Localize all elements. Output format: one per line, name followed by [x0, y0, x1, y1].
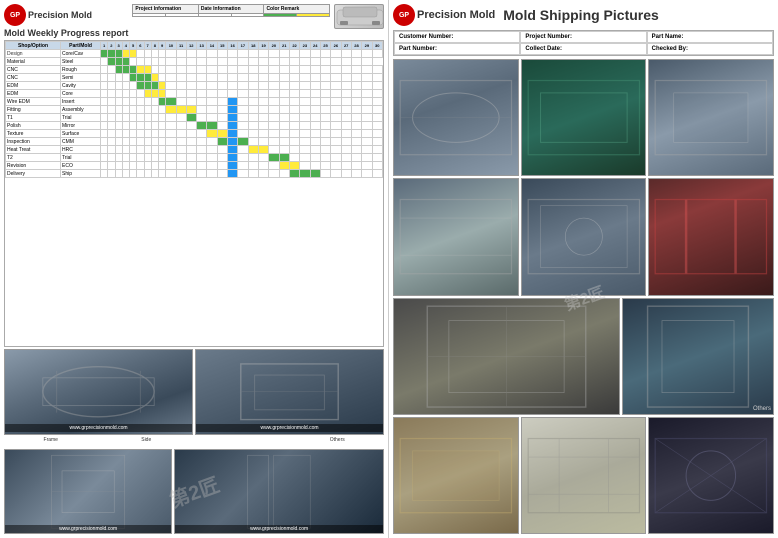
- left-logo-abbr: GP: [10, 12, 20, 19]
- checked-by-field: Checked By:: [647, 43, 773, 55]
- label-other: [195, 437, 289, 447]
- car-part-svg: [335, 5, 385, 30]
- right-header: GP Precision Mold Mold Shipping Pictures: [393, 4, 774, 26]
- part-name-field: Part Name:: [647, 31, 773, 43]
- label-others: Others: [291, 437, 385, 447]
- customer-number-label: Customer Number:: [399, 34, 453, 40]
- left-photo-2-caption: www.grprecisionmold.com: [196, 424, 383, 432]
- gantt-row: Texture Surface: [6, 130, 383, 138]
- shipping-photo-8: Others: [622, 298, 774, 415]
- shipping-row-1: [393, 59, 774, 176]
- left-logo-text: Precision Mold: [28, 10, 92, 20]
- customer-number-field: Customer Number:: [394, 31, 520, 43]
- gantt-row: T2 Trial: [6, 154, 383, 162]
- left-photo-4-caption: www.grprecisionmold.com: [175, 525, 383, 533]
- right-logo-text: Precision Mold: [417, 9, 495, 21]
- right-logo: GP Precision Mold: [393, 4, 495, 26]
- gantt-row: EDM Core: [6, 90, 383, 98]
- project-number-field: Project Number:: [520, 31, 646, 43]
- left-photo-2: www.grprecisionmold.com: [195, 349, 384, 435]
- gantt-row: Material Steel: [6, 58, 383, 66]
- shipping-photo-3: [648, 59, 774, 176]
- gantt-row: Polish Mirror: [6, 122, 383, 130]
- gantt-row: CNC Rough: [6, 66, 383, 74]
- shipping-photo-11: [648, 417, 774, 534]
- shipping-photo-4: [393, 178, 519, 295]
- info-table: Project Information Date Information Col…: [132, 4, 330, 17]
- left-photos-row1: www.grprecisionmold.com www.grprecisionm…: [4, 349, 384, 435]
- label-side: Side: [100, 437, 194, 447]
- shipping-photo-5: [521, 178, 647, 295]
- right-page: GP Precision Mold Mold Shipping Pictures…: [389, 0, 778, 538]
- gantt-container: Shop/Option Part/Mold 1 2 3 4 5 6 7 8 9 …: [4, 40, 384, 347]
- label-frame: Frame: [4, 437, 98, 447]
- left-photo-3: www.grprecisionmold.com: [4, 449, 172, 535]
- right-info-grid: Customer Number: Project Number: Part Na…: [393, 30, 774, 56]
- gantt-row: Delivery Ship: [6, 170, 383, 178]
- shipping-photo-1: [393, 59, 519, 176]
- shipping-row-4: [393, 417, 774, 534]
- shipping-photo-2: [521, 59, 647, 176]
- shipping-photo-9: [393, 417, 519, 534]
- shipping-photos: 第2匠: [393, 59, 774, 534]
- project-number-label: Project Number:: [525, 34, 572, 40]
- part-number-field: Part Number:: [394, 43, 520, 55]
- gantt-row: CNC Semi: [6, 74, 383, 82]
- shipping-row-2: [393, 178, 774, 295]
- right-page-title: Mold Shipping Pictures: [503, 7, 659, 23]
- shipping-photo-10: [521, 417, 647, 534]
- right-logo-abbr: GP: [399, 12, 409, 19]
- car-part-icon: [334, 4, 384, 29]
- right-logo-circle: GP: [393, 4, 415, 26]
- right-photo-label-others: Others: [753, 406, 771, 412]
- part-number-label: Part Number:: [399, 46, 437, 52]
- left-photo-1-caption: www.grprecisionmold.com: [5, 424, 192, 432]
- left-logo: GP Precision Mold: [4, 4, 128, 26]
- checked-by-label: Checked By:: [652, 46, 688, 52]
- left-photo-labels: Frame Side Others: [4, 437, 384, 447]
- col-header-part: Part/Mold: [61, 42, 101, 50]
- gantt-row: Design Core/Cav: [6, 50, 383, 58]
- left-photos-row2: 第2匠 www.grprecisionmold.com: [4, 449, 384, 535]
- left-logo-circle: GP: [4, 4, 26, 26]
- part-name-label: Part Name:: [652, 34, 684, 40]
- col-header-shop: Shop/Option: [6, 42, 61, 50]
- shipping-photo-7: [393, 298, 620, 415]
- left-photo-4: www.grprecisionmold.com: [174, 449, 384, 535]
- left-logo-area: GP Precision Mold Mold Weekly Progress r…: [4, 4, 128, 38]
- gantt-row: Wire EDM Insert: [6, 98, 383, 106]
- gantt-row: Inspection CMM: [6, 138, 383, 146]
- collect-date-field: Collect Date:: [520, 43, 646, 55]
- project-info-label: Project Information: [133, 5, 199, 14]
- gantt-table: Shop/Option Part/Mold 1 2 3 4 5 6 7 8 9 …: [5, 41, 383, 178]
- collect-date-label: Collect Date:: [525, 46, 562, 52]
- left-photo-1: www.grprecisionmold.com: [4, 349, 193, 435]
- gantt-row: Fitting Assembly: [6, 106, 383, 114]
- report-title: Mold Weekly Progress report: [4, 28, 128, 38]
- left-photo-3-caption: www.grprecisionmold.com: [5, 525, 171, 533]
- left-page: GP Precision Mold Mold Weekly Progress r…: [0, 0, 389, 538]
- left-header-area: GP Precision Mold Mold Weekly Progress r…: [4, 4, 384, 38]
- left-photos-section: www.grprecisionmold.com www.grprecisionm…: [4, 349, 384, 534]
- gantt-row: EDM Cavity: [6, 82, 383, 90]
- gantt-row: T1 Trial: [6, 114, 383, 122]
- gantt-row: Heat Treat HRC: [6, 146, 383, 154]
- gantt-row: Revision ECO: [6, 162, 383, 170]
- color-label: Color Remark: [264, 5, 330, 14]
- date-info-label: Date Information: [198, 5, 264, 14]
- shipping-row-3: Others: [393, 298, 774, 415]
- shipping-photo-6: [648, 178, 774, 295]
